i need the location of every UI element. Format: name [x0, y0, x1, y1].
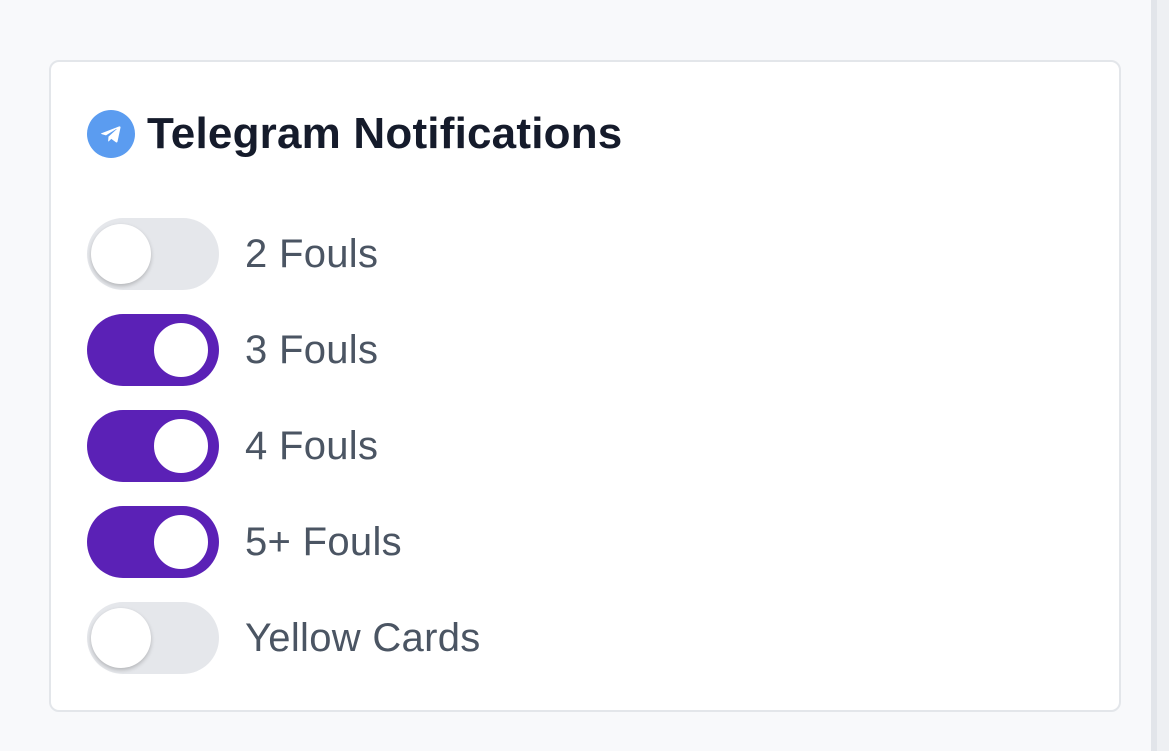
toggle-label-yellow-cards: Yellow Cards: [245, 616, 481, 660]
toggle-label-5-plus-fouls: 5+ Fouls: [245, 520, 402, 564]
toggle-row-3-fouls: 3 Fouls: [87, 314, 481, 386]
toggle-row-5-plus-fouls: 5+ Fouls: [87, 506, 481, 578]
toggle-label-4-fouls: 4 Fouls: [245, 424, 379, 468]
toggle-switch-2-fouls[interactable]: [87, 218, 219, 290]
toggle-label-3-fouls: 3 Fouls: [245, 328, 379, 372]
toggle-knob: [151, 416, 211, 476]
toggle-switch-4-fouls[interactable]: [87, 410, 219, 482]
toggle-row-yellow-cards: Yellow Cards: [87, 602, 481, 674]
paper-plane-icon: [100, 126, 121, 143]
toggle-switch-3-fouls[interactable]: [87, 314, 219, 386]
toggle-row-4-fouls: 4 Fouls: [87, 410, 481, 482]
toggle-label-2-fouls: 2 Fouls: [245, 232, 379, 276]
telegram-icon: [87, 110, 135, 158]
toggle-switch-yellow-cards[interactable]: [87, 602, 219, 674]
toggle-knob: [91, 608, 151, 668]
toggle-knob: [151, 512, 211, 572]
toggle-row-2-fouls: 2 Fouls: [87, 218, 481, 290]
toggle-knob: [91, 224, 151, 284]
right-edge-divider: [1151, 0, 1169, 751]
toggle-knob: [151, 320, 211, 380]
notification-toggle-list: 2 Fouls 3 Fouls 4 Fouls 5+ Fouls Yellow: [87, 218, 481, 698]
telegram-notifications-card: Telegram Notifications 2 Fouls 3 Fouls 4…: [49, 60, 1121, 712]
toggle-switch-5-plus-fouls[interactable]: [87, 506, 219, 578]
card-title: Telegram Notifications: [147, 109, 623, 158]
card-header: Telegram Notifications: [87, 108, 622, 160]
